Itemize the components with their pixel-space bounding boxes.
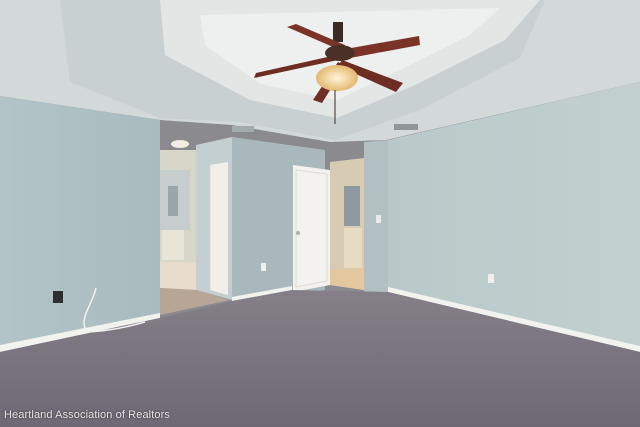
hall-light xyxy=(171,140,189,148)
watermark: Heartland Association of Realtors xyxy=(4,409,170,421)
open-door xyxy=(293,165,330,292)
bath-doorway xyxy=(330,158,364,290)
outlet-icon xyxy=(53,291,63,303)
vent-icon xyxy=(394,124,418,130)
hall-closet-door xyxy=(209,162,228,295)
room-photo xyxy=(0,0,640,427)
vent-icon xyxy=(232,126,254,132)
outlet-icon xyxy=(488,274,494,283)
outlet-icon xyxy=(261,263,266,271)
left-wall xyxy=(0,96,160,345)
light-switch-icon xyxy=(376,215,381,223)
